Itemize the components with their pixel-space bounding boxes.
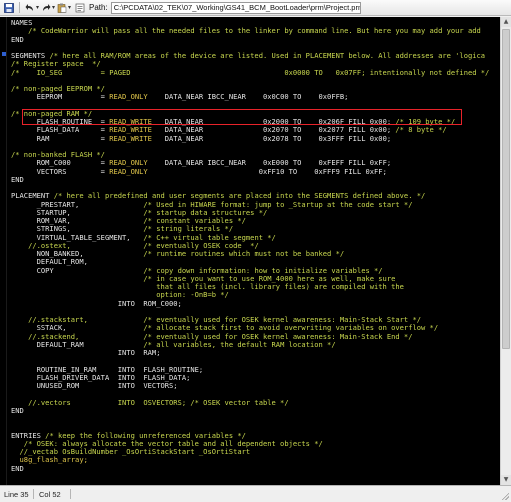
- code-line[interactable]: END: [11, 463, 500, 473]
- toolbar: ▾ ▾ ▾ Path: C:\PCDATA\02_TEK\07_Working\…: [0, 0, 511, 16]
- undo-dropdown-icon[interactable]: ▾: [36, 3, 39, 12]
- status-line-number: Line 35: [4, 490, 29, 499]
- code-token: /* here all RAM/ROM areas of the device …: [49, 51, 486, 60]
- code-token: READ_ONLY: [109, 166, 148, 176]
- code-editor[interactable]: NAMES /* CodeWarrior will pass all the n…: [0, 17, 500, 485]
- scrollbar-thumb[interactable]: [502, 29, 510, 349]
- save-icon[interactable]: [2, 1, 16, 14]
- annotation-highlight-box: [22, 109, 462, 125]
- gutter: [6, 17, 7, 485]
- code-token: /* CodeWarrior will pass all the needed …: [11, 26, 481, 36]
- path-label: Path:: [89, 3, 108, 12]
- code-token: END: [11, 463, 24, 473]
- bookmark-marker: [2, 52, 6, 56]
- status-bar: Line 35 Col 52: [0, 485, 511, 502]
- code-line[interactable]: INTO ROM_C000;: [11, 298, 500, 308]
- code-token: /* runtime routines which must not be ba…: [143, 249, 345, 258]
- code-token: INTO ROM_C000;: [11, 298, 182, 308]
- status-separator: [70, 489, 71, 499]
- code-token: VECTORS =: [11, 166, 110, 176]
- code-line[interactable]: RAM = READ_WRITE DATA_NEAR 0x2078 TO 0x3…: [11, 133, 500, 143]
- code-text[interactable]: NAMES /* CodeWarrior will pass all the n…: [0, 17, 500, 473]
- code-line[interactable]: /* CodeWarrior will pass all the needed …: [11, 27, 500, 35]
- path-field[interactable]: C:\PCDATA\02_TEK\07_Working\GS41_BCM_Boo…: [110, 1, 361, 14]
- code-line[interactable]: EEPROM = READ_ONLY DATA_NEAR IBCC_NEAR 0…: [11, 93, 500, 101]
- code-line[interactable]: END: [11, 34, 500, 44]
- code-line[interactable]: //.vectors INTO OSVECTORS; /* OSEK vecto…: [11, 397, 500, 407]
- toolbar-separator: [19, 2, 20, 13]
- code-token: 0xFF10 TO 0xFFF9 FILL 0xFF;: [147, 166, 387, 176]
- code-token: UNUSED_ROM INTO VECTORS;: [11, 381, 178, 390]
- vertical-scrollbar[interactable]: ▲ ▼: [500, 17, 511, 485]
- code-token: INTO RAM;: [11, 348, 161, 357]
- code-line[interactable]: /* IO_SEG = PAGED 0x0000 TO 0x07FF; inte…: [11, 67, 500, 77]
- undo-icon[interactable]: ▾: [25, 1, 39, 14]
- ide-window: ▾ ▾ ▾ Path: C:\PCDATA\02_TEK\07_Working\…: [0, 0, 511, 502]
- code-line[interactable]: u8g_flash_array;: [11, 456, 500, 464]
- code-token: DATA_NEAR 0x2078 TO 0x3FFF FILL 0x00;: [151, 133, 392, 143]
- code-line[interactable]: UNUSED_ROM INTO VECTORS;: [11, 381, 500, 390]
- code-line[interactable]: INTO RAM;: [11, 348, 500, 357]
- code-line[interactable]: [11, 415, 500, 423]
- scroll-up-arrow[interactable]: ▲: [501, 17, 511, 27]
- code-token: READ_ONLY: [109, 92, 148, 102]
- code-token: READ_WRITE: [109, 133, 152, 143]
- code-token: //.vectors INTO OSVECTORS;: [11, 397, 191, 407]
- redo-dropdown-icon[interactable]: ▾: [52, 3, 55, 12]
- code-token: DATA_NEAR IBCC_NEAR 0x0C00 TO 0x0FFB;: [147, 92, 349, 102]
- code-line[interactable]: END: [11, 174, 500, 184]
- code-token: /* 8 byte */: [395, 125, 447, 135]
- code-token: END: [11, 34, 24, 44]
- code-token: EEPROM =: [11, 92, 110, 102]
- paste-dropdown-icon[interactable]: ▾: [68, 3, 71, 12]
- scroll-down-arrow[interactable]: ▼: [501, 475, 511, 485]
- redo-icon[interactable]: ▾: [41, 1, 55, 14]
- resize-grip-icon[interactable]: [501, 492, 509, 500]
- status-column-number: Col 52: [39, 490, 61, 499]
- properties-icon[interactable]: [73, 1, 87, 14]
- code-line[interactable]: VECTORS = READ_ONLY 0xFF10 TO 0xFFF9 FIL…: [11, 166, 500, 176]
- code-token: /* all variables, the default RAM locati…: [143, 339, 336, 349]
- code-token: /* OSEK vector table */: [190, 397, 289, 407]
- paste-icon[interactable]: ▾: [57, 1, 71, 14]
- code-token: /* IO_SEG = PAGED 0x0000 TO 0x07FF; inte…: [11, 67, 490, 77]
- code-token: END: [11, 174, 24, 184]
- code-token: RAM =: [11, 133, 110, 143]
- code-token: END: [11, 405, 24, 415]
- status-separator: [33, 489, 34, 499]
- code-line[interactable]: END: [11, 405, 500, 415]
